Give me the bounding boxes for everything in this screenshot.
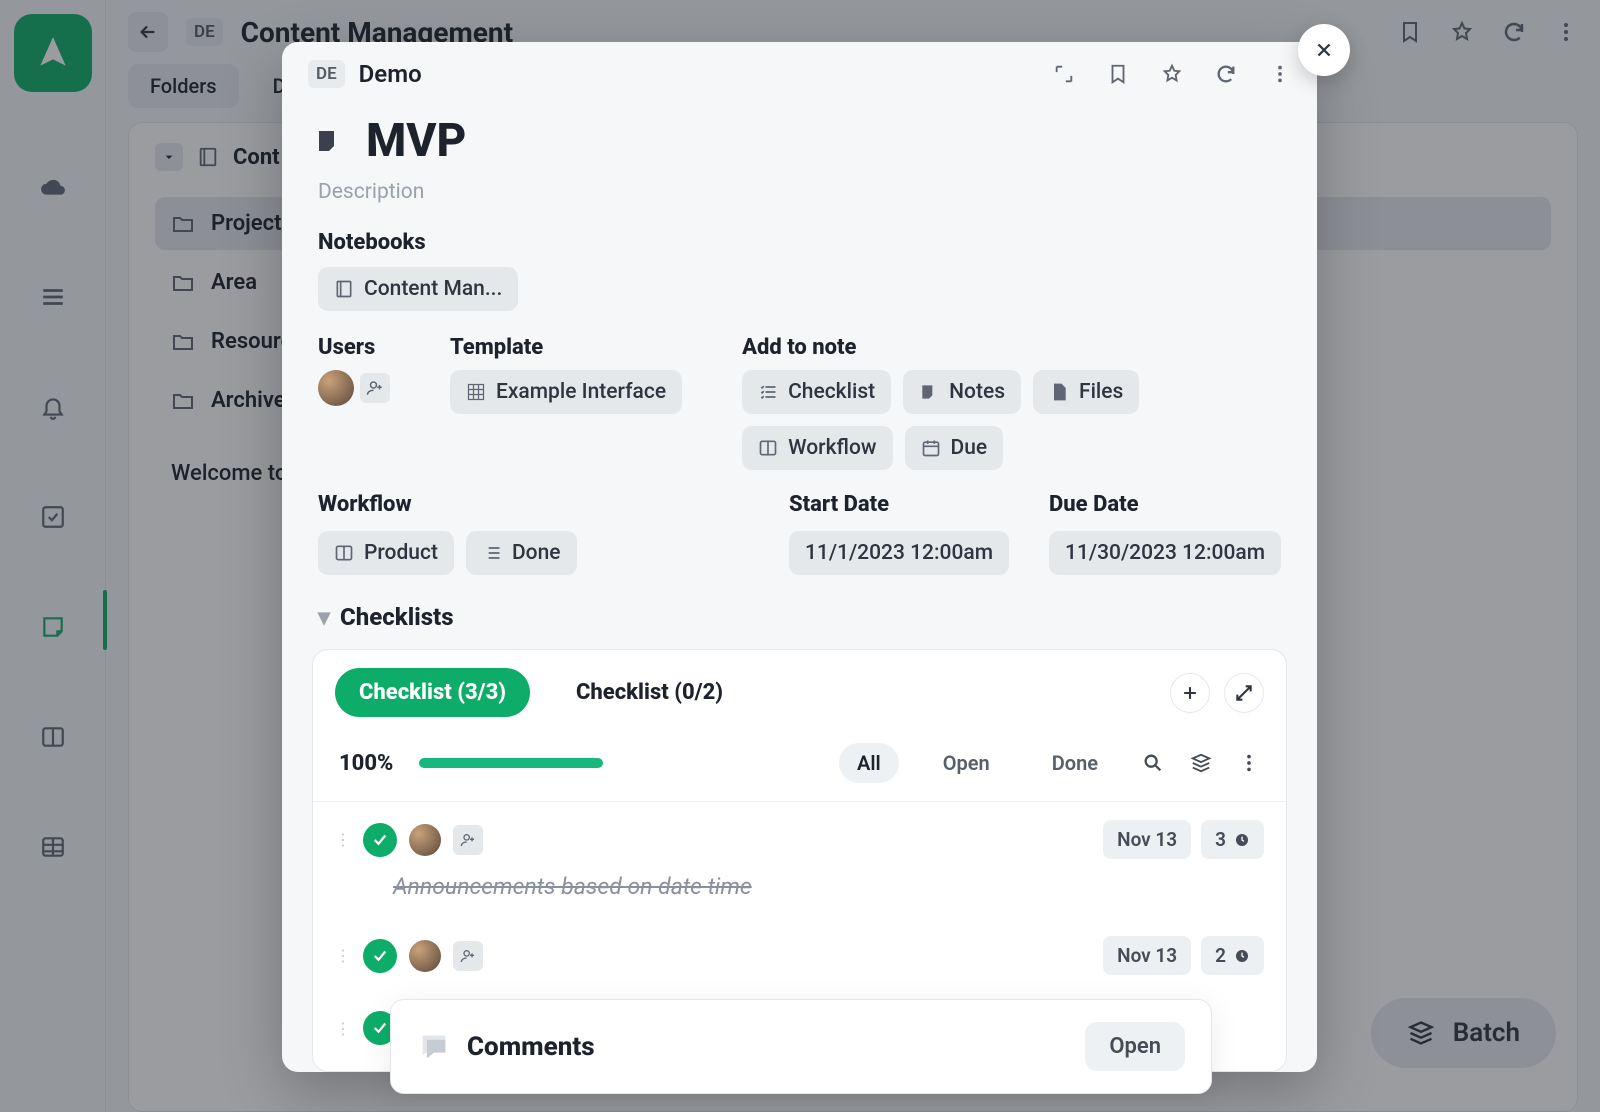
chip-label: Checklist <box>788 380 875 404</box>
workflow-board-chip[interactable]: Product <box>318 531 454 575</box>
drag-handle-icon[interactable]: ⋮ <box>335 946 351 965</box>
layers-icon[interactable] <box>1190 752 1212 774</box>
caret-down-icon: ▾ <box>318 603 330 631</box>
description-field[interactable]: Description <box>282 174 1317 222</box>
progress-percent: 100% <box>339 751 393 776</box>
chip-label: Workflow <box>788 436 876 460</box>
template-chip-label: Example Interface <box>496 380 666 404</box>
filter-all[interactable]: All <box>839 743 899 783</box>
add-assignee-button[interactable] <box>453 941 483 971</box>
done-check-icon[interactable] <box>363 823 397 857</box>
add-checklist-chip[interactable]: Checklist <box>742 370 891 414</box>
checklist-item: ⋮ Nov 13 2 <box>313 918 1286 993</box>
filter-done[interactable]: Done <box>1034 743 1116 783</box>
checklist-tab-2[interactable]: Checklist (0/2) <box>552 668 747 717</box>
label-due-date: Due Date <box>1049 492 1281 517</box>
done-check-icon[interactable] <box>363 939 397 973</box>
label-template: Template <box>450 335 682 360</box>
item-date[interactable]: Nov 13 <box>1103 820 1191 859</box>
add-checklist-button[interactable] <box>1170 673 1210 713</box>
workflow-status-chip[interactable]: Done <box>466 531 577 575</box>
item-count[interactable]: 2 <box>1201 936 1264 975</box>
chip-label: Notes <box>949 380 1005 404</box>
checklists-toggle[interactable]: ▾ Checklists <box>282 581 1317 641</box>
refresh-icon[interactable] <box>1215 63 1237 85</box>
progress-bar <box>419 758 603 768</box>
label-start-date: Start Date <box>789 492 1009 517</box>
template-chip[interactable]: Example Interface <box>450 370 682 414</box>
comments-icon <box>417 1030 451 1064</box>
more-icon[interactable] <box>1238 752 1260 774</box>
label-notebooks: Notebooks <box>282 222 1317 263</box>
note-type-icon <box>314 126 344 156</box>
chip-label: Product <box>364 541 438 565</box>
bookmark-icon[interactable] <box>1107 63 1129 85</box>
due-date-value[interactable]: 11/30/2023 12:00am <box>1049 531 1281 575</box>
add-workflow-chip[interactable]: Workflow <box>742 426 892 470</box>
notebook-chip[interactable]: Content Man... <box>318 267 518 311</box>
item-text[interactable]: Announcements based on date time <box>393 873 1264 900</box>
label-users: Users <box>318 335 390 360</box>
comments-open-button[interactable]: Open <box>1085 1022 1185 1071</box>
checklist-tab-1[interactable]: Checklist (3/3) <box>335 668 530 717</box>
count-value: 3 <box>1215 828 1226 851</box>
modal-workspace-tag: DE <box>308 60 345 88</box>
item-date[interactable]: Nov 13 <box>1103 936 1191 975</box>
assignee-avatar[interactable] <box>409 940 441 972</box>
chip-label: Done <box>512 541 561 565</box>
note-modal: DE Demo MVP Description Notebooks Conten… <box>282 42 1317 1072</box>
item-count[interactable]: 3 <box>1201 820 1264 859</box>
drag-handle-icon[interactable]: ⋮ <box>335 830 351 849</box>
add-user-button[interactable] <box>360 373 390 403</box>
checklists-label: Checklists <box>340 603 453 631</box>
add-assignee-button[interactable] <box>453 825 483 855</box>
add-due-chip[interactable]: Due <box>905 426 1004 470</box>
user-avatar[interactable] <box>318 370 354 406</box>
label-add-to-note: Add to note <box>742 335 1281 360</box>
add-notes-chip[interactable]: Notes <box>903 370 1021 414</box>
comments-panel: Comments Open <box>390 999 1212 1094</box>
search-icon[interactable] <box>1142 752 1164 774</box>
expand-icon[interactable] <box>1053 63 1075 85</box>
checklist-item: ⋮ Nov 13 3 Announcements based on date t… <box>313 802 1286 918</box>
count-value: 2 <box>1215 944 1226 967</box>
add-files-chip[interactable]: Files <box>1033 370 1139 414</box>
notebook-chip-label: Content Man... <box>364 277 502 301</box>
close-modal-button[interactable] <box>1298 24 1350 76</box>
expand-checklist-button[interactable] <box>1224 673 1264 713</box>
note-title[interactable]: MVP <box>366 114 466 168</box>
drag-handle-icon[interactable]: ⋮ <box>335 1019 351 1038</box>
filter-open[interactable]: Open <box>925 743 1008 783</box>
more-icon[interactable] <box>1269 63 1291 85</box>
assignee-avatar[interactable] <box>409 824 441 856</box>
comments-title: Comments <box>467 1032 595 1062</box>
chip-label: Files <box>1079 380 1123 404</box>
modal-workspace-name[interactable]: Demo <box>359 60 422 88</box>
label-workflow: Workflow <box>318 492 749 517</box>
start-date-value[interactable]: 11/1/2023 12:00am <box>789 531 1009 575</box>
chip-label: Due <box>951 436 988 460</box>
star-icon[interactable] <box>1161 63 1183 85</box>
